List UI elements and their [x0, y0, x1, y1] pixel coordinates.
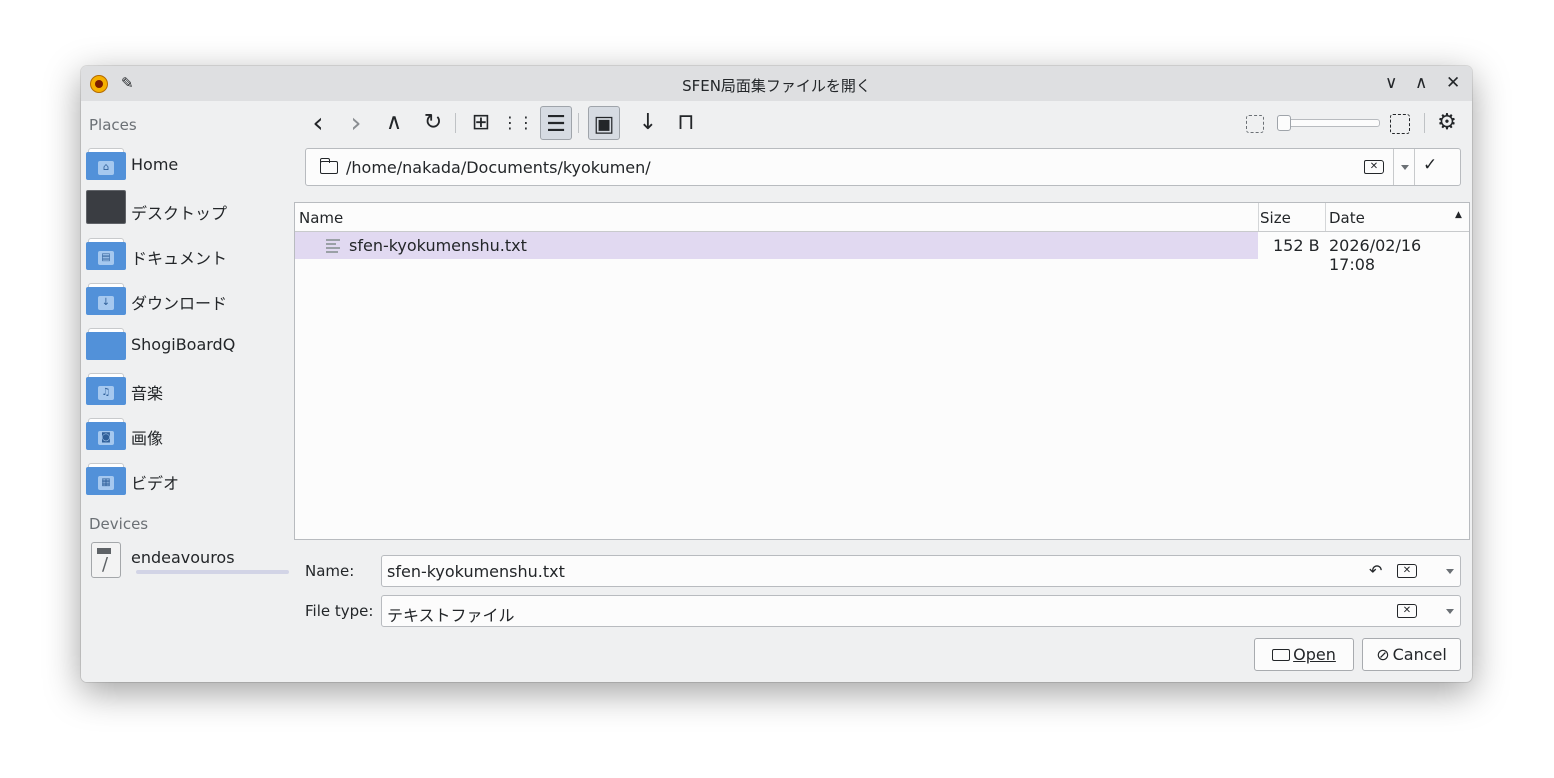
downloads-folder-icon: ↓ — [86, 282, 126, 315]
bookmark-button[interactable]: ⊓ — [670, 105, 702, 141]
back-button[interactable]: ‹ — [302, 105, 334, 141]
toolbar-separator — [578, 113, 579, 133]
clear-filename-icon[interactable]: ✕ — [1397, 564, 1417, 578]
title-bar: ✎ SFEN局面集ファイルを開く ∨ ∧ ✕ — [81, 66, 1472, 101]
column-header-name[interactable]: Name — [299, 209, 343, 227]
sidebar-item-pictures[interactable]: ◙ 画像 — [86, 417, 286, 453]
file-size: 152 B — [1273, 236, 1320, 255]
drive-icon — [91, 542, 121, 578]
file-name: sfen-kyokumenshu.txt — [349, 236, 527, 255]
sort-ascending-icon: ▲ — [1455, 210, 1462, 220]
filename-value: sfen-kyokumenshu.txt — [387, 562, 565, 581]
sidebar-item-desktop[interactable]: デスクトップ — [86, 190, 286, 228]
sidebar-item-downloads[interactable]: ↓ ダウンロード — [86, 282, 286, 318]
location-bar[interactable]: /home/nakada/Documents/kyokumen/ ✕ ✓ — [305, 148, 1461, 186]
file-type-select[interactable]: テキストファイル ✕ — [381, 595, 1461, 627]
sidebar-item-home[interactable]: ⌂ Home — [86, 147, 286, 183]
folder-icon — [86, 327, 126, 360]
go-icon[interactable]: ✓ — [1423, 155, 1437, 175]
sidebar-item-label: ダウンロード — [131, 294, 228, 313]
sidebar-item-label: ドキュメント — [131, 249, 228, 268]
desktop-icon — [86, 190, 126, 224]
list-header: Name Size Date ▲ — [295, 203, 1469, 232]
sidebar-item-label: endeavouros — [131, 548, 235, 567]
file-type-value: テキストファイル — [387, 606, 515, 625]
sidebar-item-music[interactable]: ♫ 音楽 — [86, 372, 286, 408]
chevron-down-icon[interactable] — [1446, 569, 1454, 574]
file-date: 2026/02/16 17:08 — [1329, 236, 1422, 274]
forward-button[interactable]: › — [340, 105, 372, 141]
zoom-out-icon[interactable] — [1246, 115, 1264, 133]
location-path: /home/nakada/Documents/kyokumen/ — [346, 158, 651, 177]
up-button[interactable]: ∧ — [378, 105, 410, 141]
options-gear-icon[interactable]: ⚙ — [1431, 105, 1463, 141]
sidebar-item-label: ビデオ — [131, 474, 180, 493]
close-button[interactable]: ✕ — [1446, 73, 1460, 93]
window-title: SFEN局面集ファイルを開く — [682, 77, 871, 95]
open-button-label: Open — [1293, 645, 1336, 664]
sidebar-item-label: デスクトップ — [131, 204, 228, 223]
minimize-button[interactable]: ∨ — [1385, 73, 1397, 93]
folder-icon — [1272, 649, 1291, 661]
sidebar-item-label: ShogiBoardQ — [131, 335, 236, 354]
compact-view-button[interactable]: ⋮⋮ — [502, 105, 534, 141]
zoom-slider[interactable] — [1277, 115, 1380, 131]
cancel-button-label: Cancel — [1392, 645, 1447, 664]
icons-view-button[interactable]: ⊞ — [465, 105, 497, 141]
filename-input[interactable]: sfen-kyokumenshu.txt ↶ ✕ — [381, 555, 1461, 587]
detail-view-button[interactable]: ☰ — [540, 106, 572, 140]
sidebar-item-label: 画像 — [131, 429, 164, 448]
sidebar-item-label: Home — [131, 155, 179, 174]
file-list: Name Size Date ▲ sfen-kyokumenshu.txt 15… — [294, 202, 1470, 540]
table-row[interactable]: sfen-kyokumenshu.txt 152 B 2026/02/16 17… — [295, 232, 1469, 274]
cancel-button[interactable]: ⊘ Cancel — [1362, 638, 1461, 671]
zoom-slider-handle[interactable] — [1277, 115, 1291, 131]
toolbar-separator — [455, 113, 456, 133]
toolbar: ‹ › ∧ ↻ ⊞ ⋮⋮ ☰ ▣ ↓ ⊓ ⚙ — [81, 105, 1472, 141]
zoom-in-icon[interactable] — [1390, 114, 1410, 134]
pictures-folder-icon: ◙ — [86, 417, 126, 450]
column-header-size[interactable]: Size — [1260, 209, 1291, 227]
videos-folder-icon: ▦ — [86, 462, 126, 495]
file-dialog-window: ✎ SFEN局面集ファイルを開く ∨ ∧ ✕ Places ⌂ Home デスク… — [81, 66, 1472, 682]
documents-folder-icon: ▤ — [86, 237, 126, 270]
toolbar-separator — [1424, 113, 1425, 133]
column-header-date[interactable]: Date — [1329, 209, 1365, 227]
sort-button[interactable]: ↓ — [632, 105, 664, 141]
reload-button[interactable]: ↻ — [417, 105, 449, 141]
file-type-label: File type: — [305, 602, 374, 620]
clear-location-icon[interactable]: ✕ — [1364, 160, 1384, 174]
text-file-icon — [326, 239, 340, 253]
sidebar-item-documents[interactable]: ▤ ドキュメント — [86, 237, 286, 273]
open-button[interactable]: Open — [1254, 638, 1354, 671]
places-sidebar: Places ⌂ Home デスクトップ ▤ ドキュメント ↓ ダウンロード S… — [81, 101, 289, 682]
disk-usage-bar — [136, 570, 289, 574]
folder-icon — [320, 158, 338, 174]
cancel-icon: ⊘ — [1376, 645, 1390, 664]
maximize-button[interactable]: ∧ — [1415, 73, 1427, 93]
music-folder-icon: ♫ — [86, 372, 126, 405]
sidebar-item-endeavouros[interactable]: endeavouros — [86, 542, 289, 578]
sidebar-item-label: 音楽 — [131, 384, 164, 403]
preview-toggle-button[interactable]: ▣ — [588, 106, 620, 140]
sidebar-item-shogiboardq[interactable]: ShogiBoardQ — [86, 327, 286, 363]
history-dropdown-button[interactable] — [1393, 149, 1415, 185]
devices-section-label: Devices — [89, 515, 149, 533]
clear-filter-icon[interactable]: ✕ — [1397, 604, 1417, 618]
name-label: Name: — [305, 562, 355, 580]
home-folder-icon: ⌂ — [86, 147, 126, 180]
undo-icon[interactable]: ↶ — [1369, 561, 1382, 580]
sidebar-item-videos[interactable]: ▦ ビデオ — [86, 462, 286, 498]
chevron-down-icon[interactable] — [1446, 609, 1454, 614]
